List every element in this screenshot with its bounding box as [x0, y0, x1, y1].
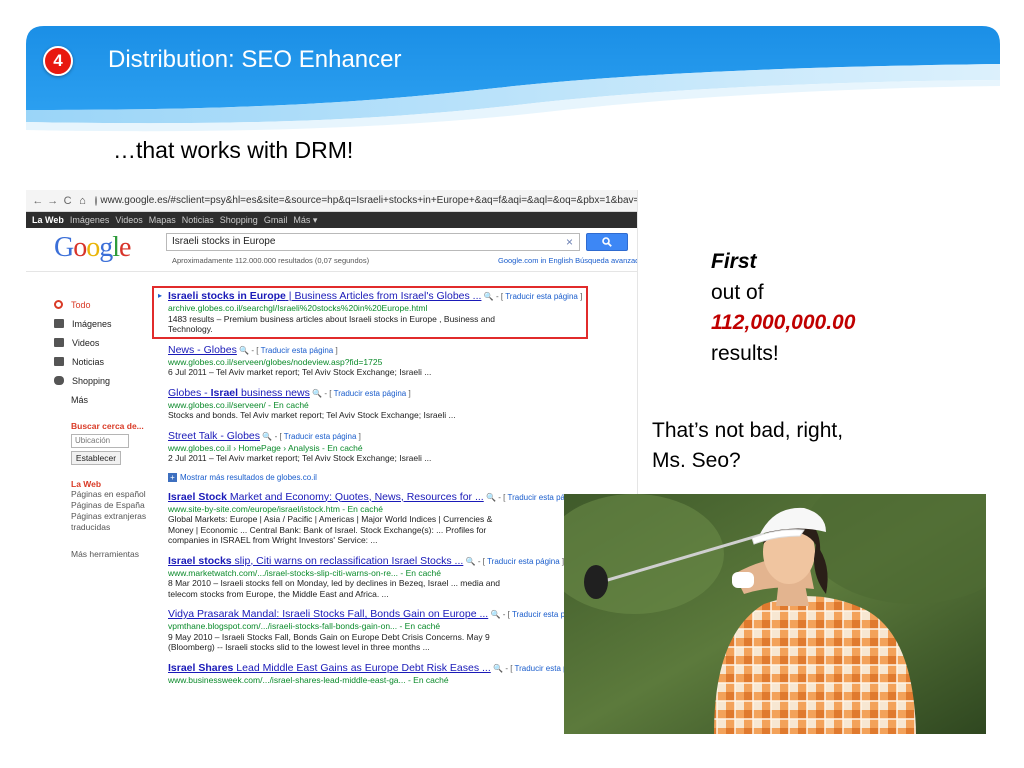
gbar-item-news[interactable]: Noticias [182, 215, 214, 225]
gbar-item-web[interactable]: La Web [32, 215, 64, 225]
result-title-link[interactable]: Street Talk - Globes [168, 430, 260, 442]
gbar-item-more[interactable]: Más ▾ [293, 215, 317, 226]
result-title-link[interactable]: Vidya Prasarak Mandal: Israeli Stocks Fa… [168, 608, 488, 620]
translate-link[interactable]: 🔍 - [ Traducir esta pá [491, 610, 570, 619]
result-url: www.globes.co.il › HomePage › Analysis -… [168, 442, 363, 453]
back-arrow-icon[interactable]: ← [32, 195, 44, 207]
address-bar[interactable]: www.google.es/#sclient=psy&hl=es&site=&s… [95, 195, 637, 206]
result-title-link[interactable]: Israel stocks slip, Citi warns on reclas… [168, 555, 463, 567]
result-title-link[interactable]: Israeli stocks in Europe | Business Arti… [168, 290, 481, 302]
search-input[interactable]: Israeli stocks in Europe × [166, 233, 580, 251]
gbar-item-images[interactable]: Imágenes [70, 215, 110, 225]
translate-link[interactable]: 🔍 - [ Traducir esta página ] [312, 389, 410, 398]
nav-item-news[interactable]: Noticias [54, 352, 169, 371]
result-count-highlight: 112,000,000.00 [711, 311, 856, 334]
tag-icon [54, 376, 64, 385]
translate-link[interactable]: 🔍 - [ Traducir esta página ] [262, 432, 360, 441]
gbar-item-maps[interactable]: Mapas [149, 215, 176, 225]
result-snippet: 2 Jul 2011 – Tel Aviv market report; Tel… [168, 453, 432, 463]
remark-line-2: Ms. Seo? [652, 449, 741, 472]
browser-toolbar: ← → C ⌂ www.google.es/#sclient=psy&hl=es… [26, 190, 637, 212]
result-url: archive.globes.co.il/searchgl/Israeli%20… [168, 303, 428, 313]
globe-icon [95, 195, 98, 206]
plus-icon: + [168, 472, 177, 482]
triangle-marker-icon: ▸ [158, 291, 163, 300]
slide-title: Distribution: SEO Enhancer [108, 46, 402, 73]
reload-icon[interactable]: C [62, 195, 74, 207]
search-query: Israeli stocks in Europe [172, 236, 276, 247]
result-title-link[interactable]: Globes - Israel business news [168, 387, 310, 399]
search-button[interactable] [586, 233, 628, 251]
result-snippet: Technology. [168, 324, 213, 334]
film-icon [54, 338, 64, 347]
gbar-item-gmail[interactable]: Gmail [264, 215, 288, 225]
golfer-photo [564, 494, 986, 734]
result-title-link[interactable]: News - Globes [168, 344, 237, 356]
gbar-item-shopping[interactable]: Shopping [220, 215, 258, 225]
nav-item-images[interactable]: Imágenes [54, 314, 169, 333]
slide-header [26, 26, 1000, 146]
google-header: Google Israeli stocks in Europe × Aproxi… [26, 228, 637, 272]
translate-link[interactable]: 🔍 - [ Traducir esta pá [493, 664, 572, 673]
remark-line-1: That’s not bad, right, [652, 419, 844, 442]
translate-link[interactable]: 🔍 - [ Traducir esta página ] [239, 346, 337, 355]
more-tools-link[interactable]: Más herramientas [71, 549, 169, 559]
translate-link[interactable]: 🔍 - [ Traducir esta página ] [466, 557, 564, 566]
near-search-title: Buscar cerca de... [71, 421, 144, 431]
search-result: News - Globes 🔍 - [ Traducir esta página… [168, 344, 637, 378]
browser-screenshot: ← → C ⌂ www.google.es/#sclient=psy&hl=es… [26, 190, 638, 692]
search-result-highlighted: ▸ Israeli stocks in Europe | Business Ar… [152, 286, 588, 339]
translate-link[interactable]: 🔍 - [ Traducir esta página ] [484, 292, 582, 301]
location-input[interactable]: Ubicación [71, 434, 129, 448]
result-title-link[interactable]: Israel Shares Lead Middle East Gains as … [168, 662, 491, 674]
web-option-foreign[interactable]: Páginas extranjeras [71, 511, 169, 522]
google-logo[interactable]: Google [54, 232, 131, 264]
result-url: www.globes.co.il/serveen/ - En caché [168, 399, 309, 410]
google-bar: La Web Imágenes Videos Mapas Noticias Sh… [26, 212, 637, 228]
address-url: www.google.es/#sclient=psy&hl=es&site=&s… [100, 195, 637, 206]
web-option-translated[interactable]: traducidas [71, 522, 169, 533]
nav-item-shopping[interactable]: Shopping [54, 371, 169, 390]
more-results-link[interactable]: + Mostrar más resultados de globes.co.il [168, 472, 637, 482]
result-snippet: 1483 results – Premium business articles… [168, 313, 495, 324]
clear-icon[interactable]: × [566, 235, 573, 249]
results-text: results! [711, 342, 779, 365]
result-title-link[interactable]: Israel Stock Market and Economy: Quotes,… [168, 491, 484, 503]
home-icon[interactable]: ⌂ [77, 195, 89, 207]
slide-number-badge: 4 [43, 46, 73, 76]
nav-item-all[interactable]: Todo [54, 295, 169, 314]
first-label: First [711, 250, 757, 273]
web-option-spanish[interactable]: Páginas en español [71, 489, 169, 500]
search-icon [54, 300, 63, 309]
out-of-text: out of [711, 281, 764, 304]
slide-subtitle: …that works with DRM! [113, 137, 354, 163]
result-snippet: 6 Jul 2011 – Tel Aviv market report; Tel… [168, 367, 432, 377]
forward-arrow-icon[interactable]: → [47, 195, 59, 207]
result-url: www.globes.co.il/serveen/globes/nodeview… [168, 356, 383, 367]
result-snippet: Stocks and bonds. Tel Aviv market report… [168, 410, 456, 420]
search-icon [602, 237, 612, 247]
web-filter-title[interactable]: La Web [71, 479, 169, 489]
header-wave-graphic [26, 26, 1000, 132]
nav-item-videos[interactable]: Videos [54, 333, 169, 352]
set-location-button[interactable]: Establecer [71, 451, 121, 465]
left-nav: Todo Imágenes Videos Noticias Shopping M… [54, 295, 169, 559]
camera-icon [54, 319, 64, 328]
result-stats: Aproximadamente 112.000.000 resultados (… [172, 256, 370, 265]
search-result: Street Talk - Globes 🔍 - [ Traducir esta… [168, 430, 637, 464]
advanced-search-link[interactable]: Google.com in English Búsqueda avanzada [498, 256, 637, 265]
newspaper-icon [54, 357, 64, 366]
search-result: Globes - Israel business news 🔍 - [ Trad… [168, 387, 637, 421]
web-option-spain[interactable]: Páginas de España [71, 500, 169, 511]
gbar-item-videos[interactable]: Videos [115, 215, 142, 225]
nav-item-more[interactable]: Más [54, 390, 169, 409]
